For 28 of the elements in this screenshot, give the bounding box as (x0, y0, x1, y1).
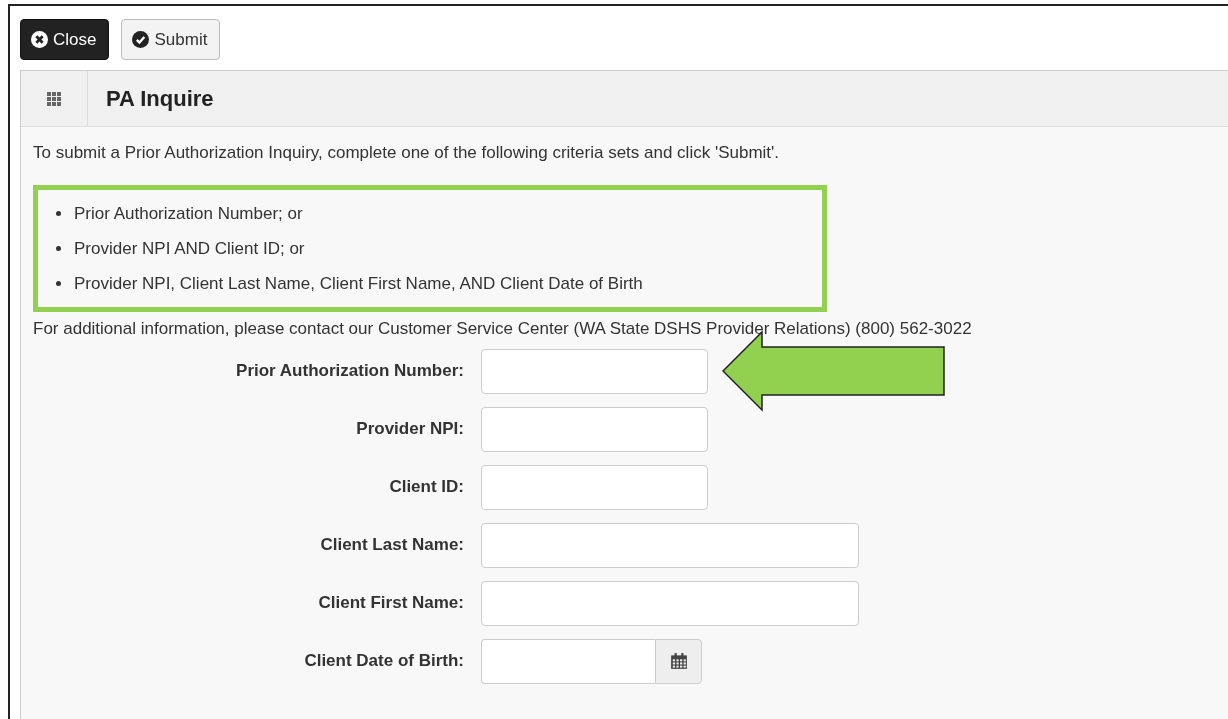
grid-icon (47, 91, 61, 106)
input-field[interactable] (481, 464, 708, 510)
calendar-button[interactable] (655, 638, 702, 684)
input-field[interactable] (481, 522, 859, 568)
calendar-icon (669, 652, 688, 670)
criteria-item: Provider NPI AND Client ID; or (74, 238, 305, 260)
instructions-text: To submit a Prior Authorization Inquiry, complete one of the following criteria sets and click 'Submit'. (33, 142, 781, 164)
contact-text: For additional information, please contact our Customer Service Center (WA State DSHS Provider Relations) (800) 562-3022 (33, 318, 973, 340)
input-field[interactable] (481, 406, 708, 452)
check-icon (132, 31, 150, 48)
toolbar-button[interactable]: Submit (121, 19, 221, 60)
toolbar-button[interactable]: Close (20, 19, 110, 60)
input-field[interactable] (481, 638, 655, 684)
field-label: Provider NPI: (355, 419, 465, 439)
field-label: Client First Name: (317, 593, 465, 613)
field-label: Prior Authorization Number: (235, 361, 465, 381)
criteria-item: Provider NPI, Client Last Name, Client First Name, AND Client Date of Birth (74, 273, 643, 295)
input-field[interactable] (481, 580, 859, 626)
field-label: Client Date of Birth: (303, 651, 465, 671)
criteria-item: Prior Authorization Number; or (74, 203, 303, 225)
input-field[interactable] (481, 348, 708, 394)
field-label: Client Last Name: (319, 535, 465, 555)
bullet-icon (56, 211, 61, 216)
panel-title: PA Inquire (106, 85, 214, 112)
bullet-icon (56, 246, 61, 251)
close-icon (31, 31, 48, 48)
bullet-icon (56, 281, 61, 286)
field-label: Client ID: (388, 477, 465, 497)
